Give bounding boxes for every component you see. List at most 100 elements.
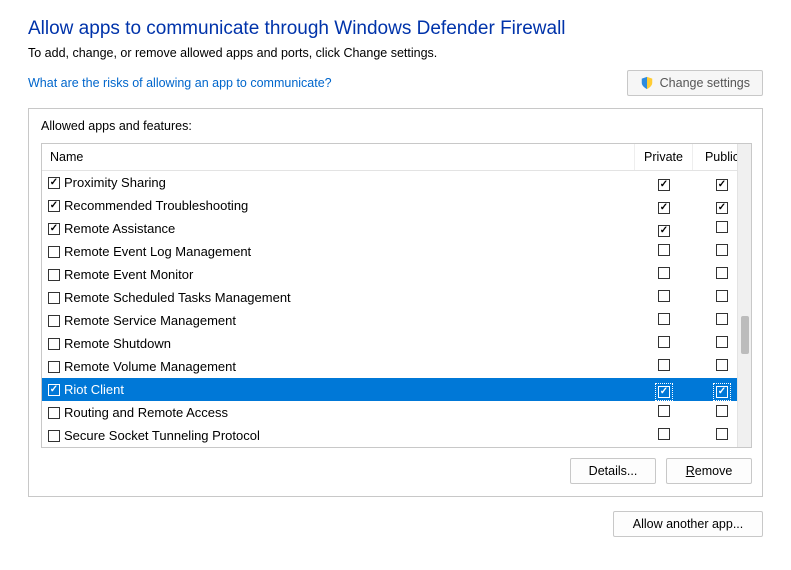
app-name-label: Riot Client bbox=[64, 382, 124, 397]
checkbox[interactable]: ✓ bbox=[658, 225, 670, 237]
checkbox[interactable] bbox=[716, 359, 728, 371]
cell-private: ✓ bbox=[635, 198, 693, 214]
cell-name: ✓ Riot Client bbox=[48, 382, 635, 397]
page-title: Allow apps to communicate through Window… bbox=[28, 18, 763, 40]
app-name-label: Remote Service Management bbox=[64, 313, 236, 328]
checkbox[interactable] bbox=[716, 336, 728, 348]
cell-private bbox=[635, 336, 693, 351]
app-name-label: Secure Socket Tunneling Protocol bbox=[64, 428, 260, 443]
cell-name: Routing and Remote Access bbox=[48, 405, 635, 420]
checkbox[interactable] bbox=[716, 428, 728, 440]
scrollbar-thumb[interactable] bbox=[741, 316, 749, 354]
checkbox[interactable]: ✓ bbox=[658, 386, 670, 398]
cell-name: ✓ Remote Assistance bbox=[48, 221, 635, 236]
checkbox[interactable]: ✓ bbox=[658, 202, 670, 214]
cell-name: Secure Socket Tunneling Protocol bbox=[48, 428, 635, 443]
app-name-label: Remote Volume Management bbox=[64, 359, 236, 374]
cell-name: Remote Shutdown bbox=[48, 336, 635, 351]
col-header-name[interactable]: Name bbox=[42, 144, 635, 170]
checkbox[interactable] bbox=[48, 430, 60, 442]
col-header-private[interactable]: Private bbox=[635, 144, 693, 170]
cell-name: Remote Volume Management bbox=[48, 359, 635, 374]
checkbox[interactable]: ✓ bbox=[48, 384, 60, 396]
risks-link[interactable]: What are the risks of allowing an app to… bbox=[28, 76, 332, 90]
details-button[interactable]: Details... bbox=[570, 458, 656, 484]
checkbox[interactable]: ✓ bbox=[716, 179, 728, 191]
checkbox[interactable]: ✓ bbox=[716, 386, 728, 398]
list-header[interactable]: Name Private Public bbox=[42, 144, 751, 171]
app-name-label: Recommended Troubleshooting bbox=[64, 198, 248, 213]
checkbox[interactable] bbox=[658, 359, 670, 371]
table-row[interactable]: Remote Scheduled Tasks Management bbox=[42, 286, 751, 309]
remove-button[interactable]: Remove bbox=[666, 458, 752, 484]
app-name-label: Remote Assistance bbox=[64, 221, 175, 236]
cell-name: Remote Scheduled Tasks Management bbox=[48, 290, 635, 305]
table-row[interactable]: Remote Volume Management bbox=[42, 355, 751, 378]
checkbox[interactable] bbox=[658, 336, 670, 348]
checkbox[interactable] bbox=[716, 405, 728, 417]
change-settings-button[interactable]: Change settings bbox=[627, 70, 763, 96]
table-row[interactable]: Remote Event Log Management bbox=[42, 240, 751, 263]
table-row[interactable]: ✓ Proximity Sharing ✓ ✓ bbox=[42, 171, 751, 194]
checkbox[interactable] bbox=[658, 290, 670, 302]
checkbox[interactable] bbox=[658, 405, 670, 417]
table-row[interactable]: Remote Service Management bbox=[42, 309, 751, 332]
checkbox[interactable] bbox=[48, 315, 60, 327]
allowed-apps-group: Allowed apps and features: Name Private … bbox=[28, 108, 763, 497]
checkbox[interactable]: ✓ bbox=[48, 200, 60, 212]
cell-private: ✓ bbox=[635, 382, 693, 398]
table-row[interactable]: Remote Event Monitor bbox=[42, 263, 751, 286]
cell-name: Remote Service Management bbox=[48, 313, 635, 328]
cell-name: ✓ Proximity Sharing bbox=[48, 175, 635, 190]
checkbox[interactable]: ✓ bbox=[716, 202, 728, 214]
checkbox[interactable] bbox=[716, 290, 728, 302]
checkbox[interactable]: ✓ bbox=[48, 177, 60, 189]
cell-private bbox=[635, 405, 693, 420]
page-subtitle: To add, change, or remove allowed apps a… bbox=[28, 46, 763, 60]
cell-private bbox=[635, 313, 693, 328]
cell-private: ✓ bbox=[635, 221, 693, 237]
apps-list: Name Private Public ✓Proximity Sharing✓✓… bbox=[41, 143, 752, 448]
cell-private bbox=[635, 267, 693, 282]
checkbox[interactable] bbox=[48, 246, 60, 258]
table-row[interactable]: Remote Shutdown bbox=[42, 332, 751, 355]
checkbox[interactable] bbox=[658, 244, 670, 256]
cell-name: ✓ Recommended Troubleshooting bbox=[48, 198, 635, 213]
cell-name: Remote Event Log Management bbox=[48, 244, 635, 259]
cell-private bbox=[635, 428, 693, 443]
cell-private bbox=[635, 359, 693, 374]
change-settings-label: Change settings bbox=[660, 76, 750, 90]
checkbox[interactable] bbox=[716, 313, 728, 325]
checkbox[interactable]: ✓ bbox=[48, 223, 60, 235]
checkbox[interactable] bbox=[716, 267, 728, 279]
app-name-label: Remote Event Monitor bbox=[64, 267, 193, 282]
scrollbar[interactable] bbox=[737, 144, 751, 447]
group-label: Allowed apps and features: bbox=[41, 119, 752, 133]
table-row[interactable]: ✓ Remote Assistance ✓ bbox=[42, 217, 751, 240]
allow-another-app-button[interactable]: Allow another app... bbox=[613, 511, 763, 537]
table-row[interactable]: Routing and Remote Access bbox=[42, 401, 751, 424]
app-name-label: Remote Event Log Management bbox=[64, 244, 251, 259]
cell-private bbox=[635, 290, 693, 305]
checkbox[interactable] bbox=[48, 292, 60, 304]
cell-private: ✓ bbox=[635, 175, 693, 191]
app-name-label: Proximity Sharing bbox=[64, 175, 166, 190]
checkbox[interactable] bbox=[48, 338, 60, 350]
cell-private bbox=[635, 244, 693, 259]
checkbox[interactable] bbox=[716, 244, 728, 256]
checkbox[interactable] bbox=[716, 221, 728, 233]
checkbox[interactable] bbox=[658, 313, 670, 325]
checkbox[interactable] bbox=[48, 361, 60, 373]
checkbox[interactable] bbox=[48, 407, 60, 419]
table-row[interactable]: ✓ Riot Client ✓ ✓ bbox=[42, 378, 751, 401]
app-name-label: Routing and Remote Access bbox=[64, 405, 228, 420]
list-body[interactable]: ✓ Proximity Sharing ✓ ✓ ✓ Recommended Trouble… bbox=[42, 171, 751, 447]
remove-label: Remove bbox=[686, 464, 733, 478]
checkbox[interactable] bbox=[658, 428, 670, 440]
checkbox[interactable] bbox=[48, 269, 60, 281]
table-row[interactable]: ✓ Recommended Troubleshooting ✓ ✓ bbox=[42, 194, 751, 217]
table-row[interactable]: Secure Socket Tunneling Protocol bbox=[42, 424, 751, 447]
checkbox[interactable] bbox=[658, 267, 670, 279]
checkbox[interactable]: ✓ bbox=[658, 179, 670, 191]
app-name-label: Remote Scheduled Tasks Management bbox=[64, 290, 291, 305]
